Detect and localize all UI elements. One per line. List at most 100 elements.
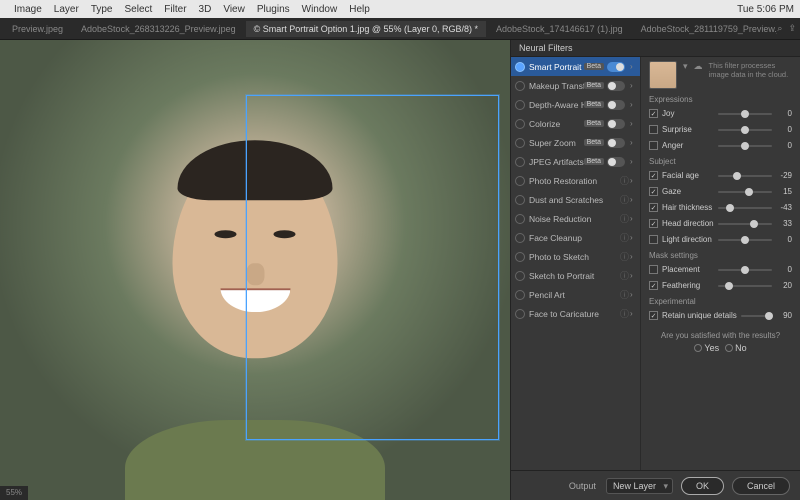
- slider-track[interactable]: [718, 239, 772, 241]
- slider-track[interactable]: [741, 315, 772, 317]
- face-thumbnail[interactable]: [649, 61, 677, 89]
- info-icon[interactable]: ⓘ: [620, 231, 628, 244]
- filter-noise-reduction[interactable]: Noise Reductionⓘ›: [511, 209, 640, 228]
- menu-layer[interactable]: Layer: [54, 4, 79, 15]
- slider-track[interactable]: [718, 175, 772, 177]
- chevron-down-icon[interactable]: ▾: [683, 61, 688, 72]
- menu-image[interactable]: Image: [14, 4, 42, 15]
- slider-label: Joy: [662, 109, 714, 118]
- slider-knob[interactable]: [725, 282, 733, 290]
- search-icon[interactable]: ⌕: [777, 23, 782, 34]
- filter-face-cleanup[interactable]: Face Cleanupⓘ›: [511, 228, 640, 247]
- slider-track[interactable]: [718, 191, 772, 193]
- slider-track[interactable]: [718, 269, 772, 271]
- slider-checkbox[interactable]: [649, 265, 658, 274]
- document-tab[interactable]: © Smart Portrait Option 1.jpg @ 55% (Lay…: [246, 21, 486, 37]
- slider-checkbox[interactable]: [649, 125, 658, 134]
- slider-knob[interactable]: [745, 188, 753, 196]
- slider-checkbox[interactable]: [649, 141, 658, 150]
- menu-type[interactable]: Type: [91, 4, 113, 15]
- filter-dot-icon: [515, 252, 525, 262]
- menu-3d[interactable]: 3D: [199, 4, 212, 15]
- menu-help[interactable]: Help: [349, 4, 370, 15]
- slider-checkbox[interactable]: [649, 235, 658, 244]
- chevron-right-icon: ›: [630, 138, 636, 147]
- filter-dust-and-scratches[interactable]: Dust and Scratchesⓘ›: [511, 190, 640, 209]
- slider-knob[interactable]: [765, 312, 773, 320]
- document-tab[interactable]: AdobeStock_281119759_Preview.jpe: [633, 21, 778, 37]
- info-icon[interactable]: ⓘ: [620, 269, 628, 282]
- info-icon[interactable]: ⓘ: [620, 288, 628, 301]
- section-expressions: Expressions: [649, 95, 792, 104]
- info-icon[interactable]: ⓘ: [620, 174, 628, 187]
- document-tab[interactable]: Preview.jpeg: [4, 21, 71, 37]
- info-icon[interactable]: ⓘ: [620, 212, 628, 225]
- slider-label: Anger: [662, 141, 714, 150]
- face-selection-box[interactable]: [246, 95, 499, 440]
- share-icon[interactable]: ⇪: [788, 23, 796, 34]
- slider-track[interactable]: [718, 207, 772, 209]
- slider-checkbox[interactable]: [649, 311, 658, 320]
- filter-toggle[interactable]: [607, 138, 625, 148]
- slider-knob[interactable]: [741, 266, 749, 274]
- filter-toggle[interactable]: [607, 157, 625, 167]
- menu-select[interactable]: Select: [125, 4, 153, 15]
- filter-jpeg-artifacts-re-[interactable]: JPEG Artifacts Re…Beta›: [511, 152, 640, 171]
- chevron-right-icon: ›: [630, 271, 636, 280]
- slider-checkbox[interactable]: [649, 109, 658, 118]
- info-icon[interactable]: ⓘ: [620, 193, 628, 206]
- filter-toggle[interactable]: [607, 100, 625, 110]
- filter-depth-aware-haze[interactable]: Depth-Aware HazeBeta›: [511, 95, 640, 114]
- filter-dot-icon: [515, 233, 525, 243]
- slider-checkbox[interactable]: [649, 171, 658, 180]
- output-select[interactable]: New Layer: [606, 478, 673, 494]
- slider-label: Hair thickness: [662, 203, 714, 212]
- slider-track[interactable]: [718, 223, 772, 225]
- slider-track[interactable]: [718, 129, 772, 131]
- slider-checkbox[interactable]: [649, 187, 658, 196]
- slider-track[interactable]: [718, 113, 772, 115]
- slider-checkbox[interactable]: [649, 219, 658, 228]
- document-tab[interactable]: AdobeStock_174146617 (1).jpg: [488, 21, 631, 37]
- filter-sketch-to-portrait[interactable]: Sketch to Portraitⓘ›: [511, 266, 640, 285]
- slider-knob[interactable]: [741, 126, 749, 134]
- filter-dot-icon: [515, 81, 525, 91]
- filter-makeup-transfer[interactable]: Makeup TransferBeta›: [511, 76, 640, 95]
- chevron-right-icon: ›: [630, 233, 636, 242]
- menu-filter[interactable]: Filter: [164, 4, 186, 15]
- slider-track[interactable]: [718, 145, 772, 147]
- satisfied-no[interactable]: No: [725, 343, 747, 353]
- neural-filters-panel: Neural Filters Smart PortraitBeta›Makeup…: [510, 40, 800, 500]
- slider-knob[interactable]: [750, 220, 758, 228]
- filter-photo-to-sketch[interactable]: Photo to Sketchⓘ›: [511, 247, 640, 266]
- slider-knob[interactable]: [733, 172, 741, 180]
- filter-colorize[interactable]: ColorizeBeta›: [511, 114, 640, 133]
- document-tab[interactable]: AdobeStock_268313226_Preview.jpeg: [73, 21, 244, 37]
- beta-badge: Beta: [584, 120, 604, 127]
- slider-knob[interactable]: [741, 236, 749, 244]
- filter-toggle[interactable]: [607, 119, 625, 129]
- filter-toggle[interactable]: [607, 62, 625, 72]
- cancel-button[interactable]: Cancel: [732, 477, 790, 495]
- slider-checkbox[interactable]: [649, 203, 658, 212]
- info-icon[interactable]: ⓘ: [620, 307, 628, 320]
- slider-track[interactable]: [718, 285, 772, 287]
- menu-window[interactable]: Window: [302, 4, 338, 15]
- slider-knob[interactable]: [726, 204, 734, 212]
- slider-checkbox[interactable]: [649, 281, 658, 290]
- canvas[interactable]: 55%: [0, 40, 510, 500]
- chevron-right-icon: ›: [630, 252, 636, 261]
- menu-view[interactable]: View: [223, 4, 245, 15]
- filter-pencil-art[interactable]: Pencil Artⓘ›: [511, 285, 640, 304]
- slider-knob[interactable]: [741, 142, 749, 150]
- satisfied-yes[interactable]: Yes: [694, 343, 719, 353]
- menu-plugins[interactable]: Plugins: [257, 4, 290, 15]
- filter-toggle[interactable]: [607, 81, 625, 91]
- filter-super-zoom[interactable]: Super ZoomBeta›: [511, 133, 640, 152]
- slider-knob[interactable]: [741, 110, 749, 118]
- filter-smart-portrait[interactable]: Smart PortraitBeta›: [511, 57, 640, 76]
- ok-button[interactable]: OK: [681, 477, 724, 495]
- info-icon[interactable]: ⓘ: [620, 250, 628, 263]
- filter-photo-restoration[interactable]: Photo Restorationⓘ›: [511, 171, 640, 190]
- filter-face-to-caricature[interactable]: Face to Caricatureⓘ›: [511, 304, 640, 323]
